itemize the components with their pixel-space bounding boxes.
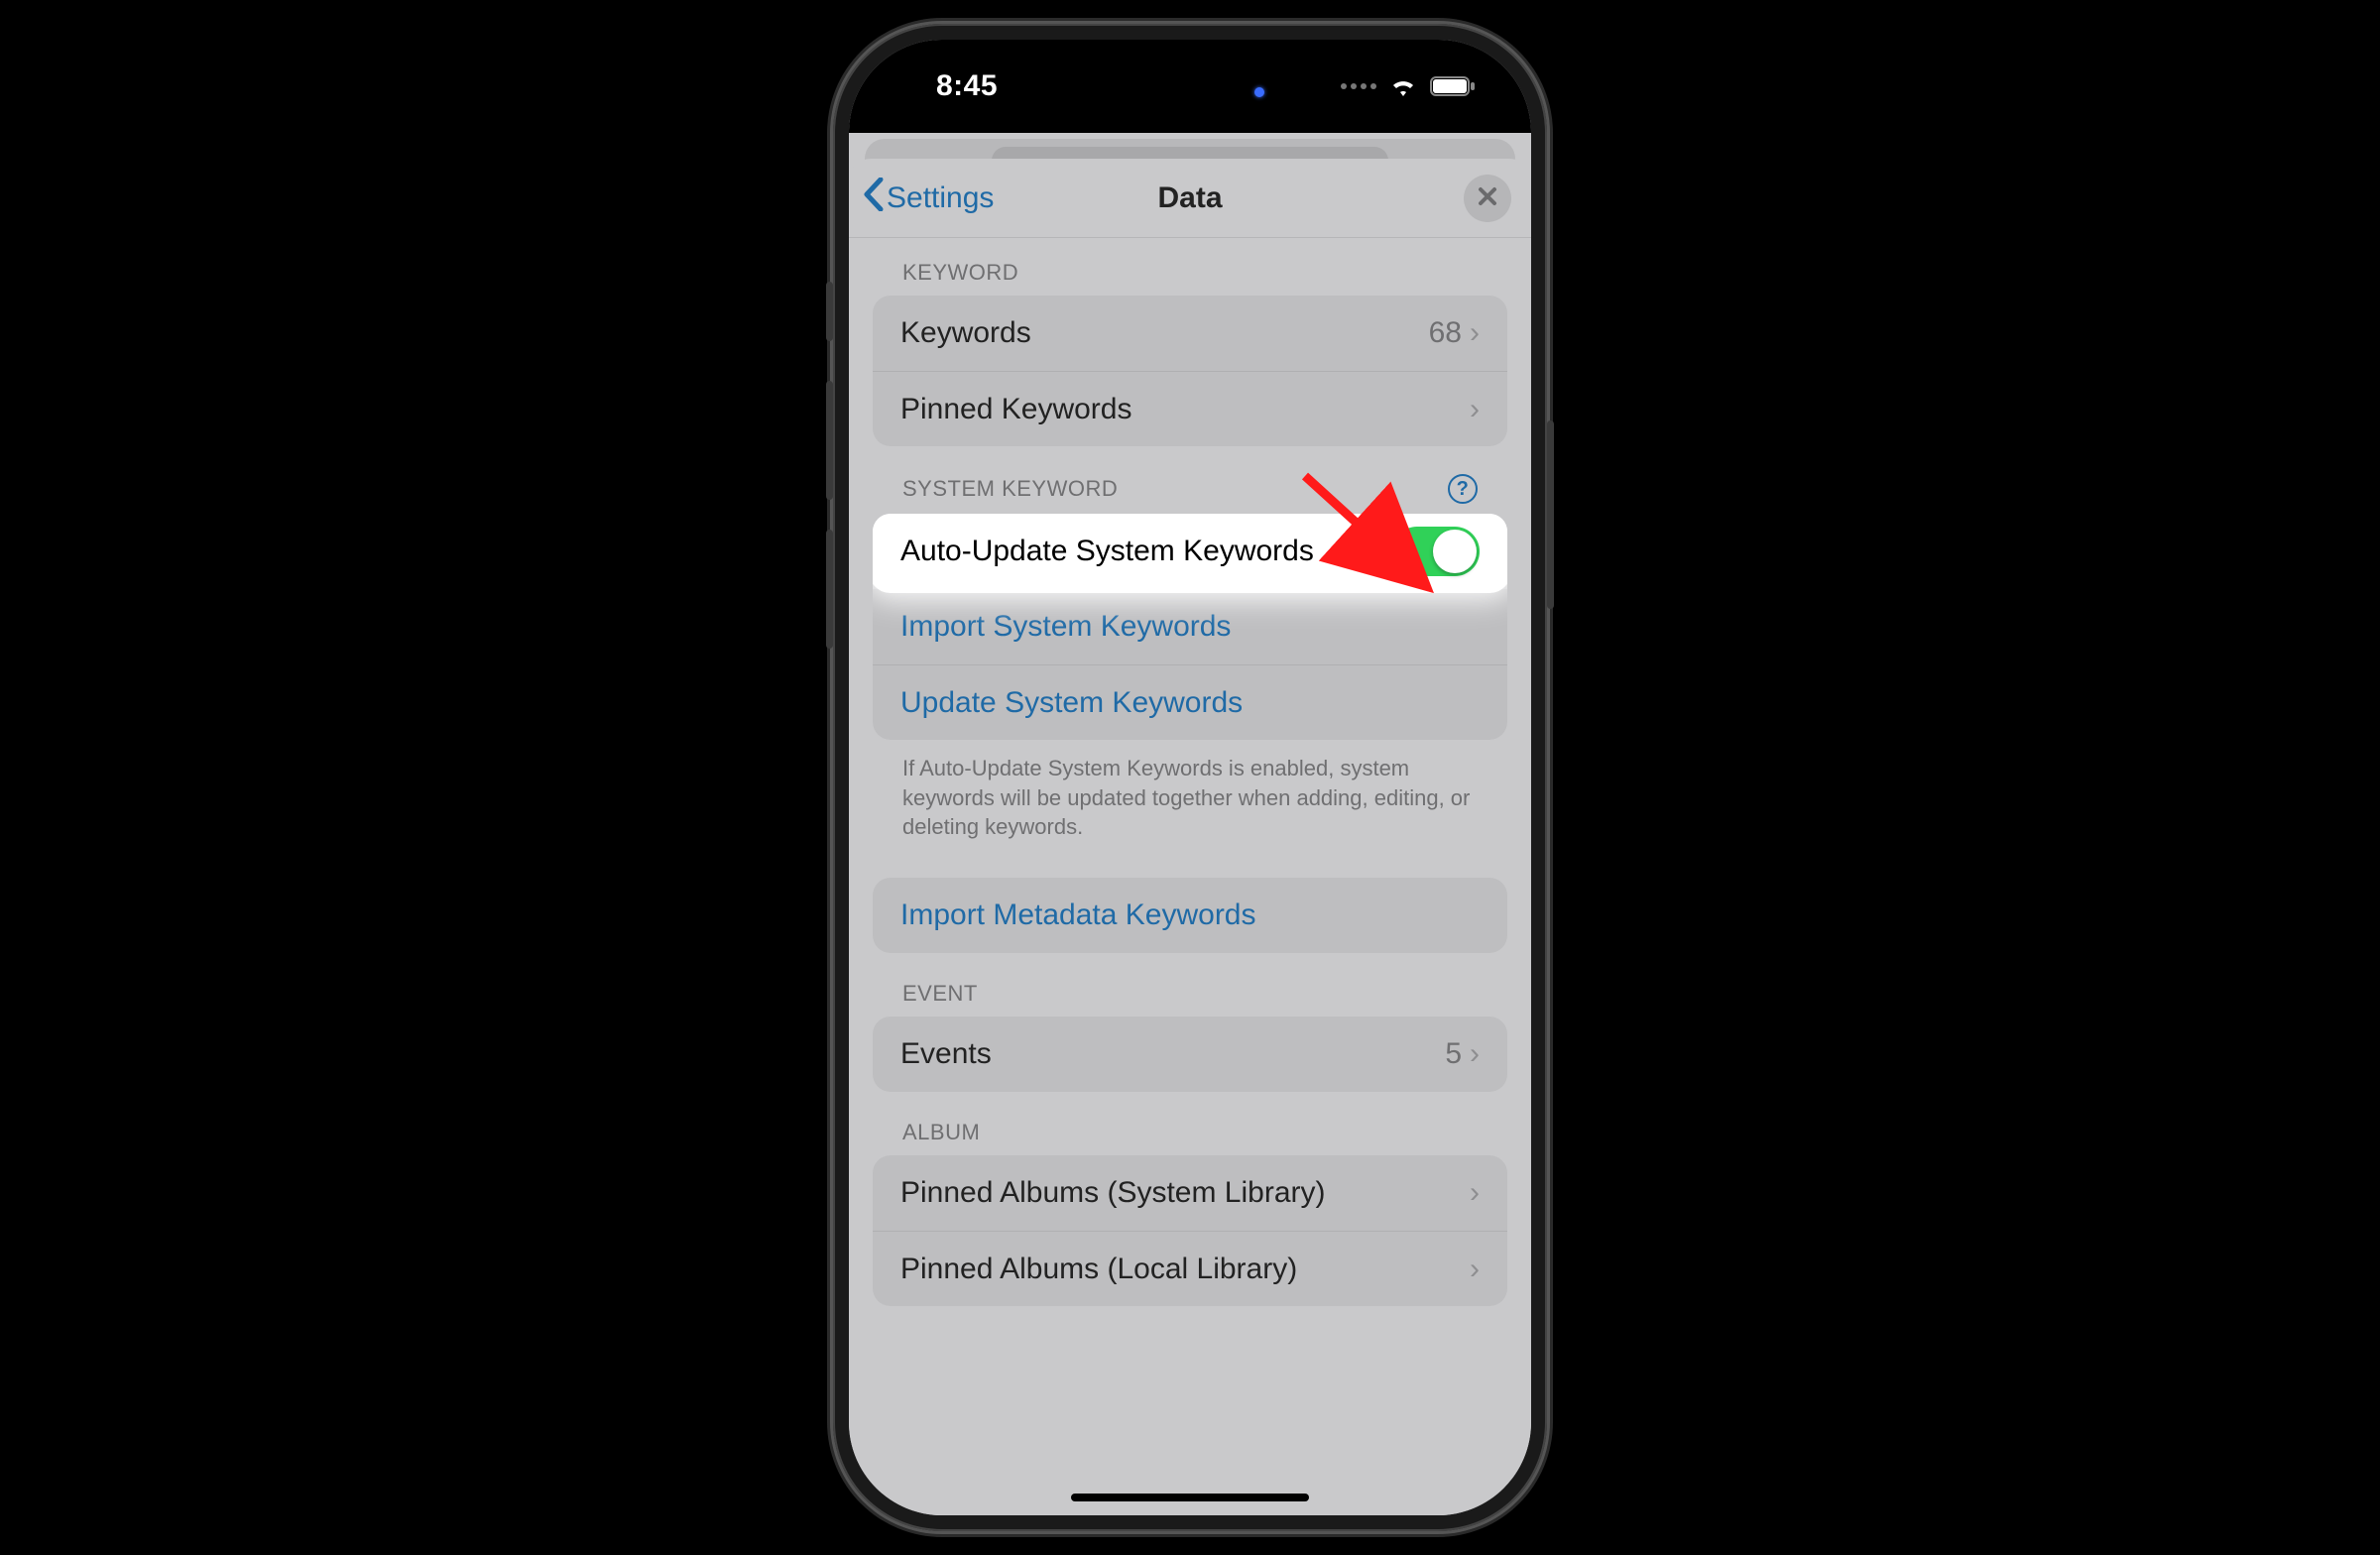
section-header-keyword: KEYWORD (873, 238, 1507, 296)
settings-sheet: Settings Data KEYWORD Keywords 68 (849, 159, 1531, 1515)
row-label: Keywords (900, 316, 1429, 350)
row-label: Events (900, 1037, 1445, 1071)
dynamic-island (1076, 65, 1304, 119)
back-label: Settings (887, 181, 994, 215)
row-label: Pinned Keywords (900, 393, 1470, 426)
close-button[interactable] (1464, 175, 1511, 222)
back-button[interactable]: Settings (863, 159, 994, 237)
group-event: Events 5 › (873, 1017, 1507, 1092)
chevron-right-icon: › (1470, 1037, 1480, 1071)
row-auto-update-system-keywords[interactable]: Auto-Update System Keywords (873, 514, 1507, 589)
phone-volume-up (826, 381, 833, 500)
row-pinned-albums-local[interactable]: Pinned Albums (Local Library) › (873, 1231, 1507, 1306)
system-keyword-footer: If Auto-Update System Keywords is enable… (873, 740, 1507, 846)
row-value: 5 (1445, 1037, 1462, 1071)
row-keywords[interactable]: Keywords 68 › (873, 296, 1507, 371)
row-label: Import System Keywords (900, 610, 1480, 644)
row-label: Pinned Albums (System Library) (900, 1176, 1470, 1210)
page-title: Data (1157, 181, 1222, 215)
help-icon[interactable]: ? (1448, 474, 1478, 504)
row-events[interactable]: Events 5 › (873, 1017, 1507, 1092)
row-label: Auto-Update System Keywords (900, 535, 1392, 568)
chevron-right-icon: › (1470, 1253, 1480, 1286)
row-value: 68 (1429, 316, 1462, 350)
section-header-event: EVENT (873, 953, 1507, 1017)
chevron-left-icon (863, 178, 885, 219)
row-label: Pinned Albums (Local Library) (900, 1253, 1470, 1286)
phone-volume-down (826, 530, 833, 649)
wifi-icon (1388, 75, 1418, 97)
row-label: Update System Keywords (900, 686, 1480, 720)
row-label: Import Metadata Keywords (900, 898, 1480, 932)
auto-update-toggle[interactable] (1392, 527, 1480, 576)
home-indicator[interactable] (1071, 1494, 1309, 1501)
group-keyword: Keywords 68 › Pinned Keywords › (873, 296, 1507, 446)
group-album: Pinned Albums (System Library) › Pinned … (873, 1155, 1507, 1306)
group-metadata: Import Metadata Keywords (873, 878, 1507, 953)
toggle-knob (1433, 530, 1477, 573)
section-header-album: ALBUM (873, 1092, 1507, 1155)
nav-bar: Settings Data (849, 159, 1531, 238)
battery-icon (1430, 75, 1476, 97)
row-pinned-keywords[interactable]: Pinned Keywords › (873, 371, 1507, 446)
row-update-system-keywords[interactable]: Update System Keywords (873, 664, 1507, 740)
phone-power-button (1547, 420, 1554, 609)
group-system-keyword: Auto-Update System Keywords Import Syste… (873, 514, 1507, 740)
screen: 8:45 (849, 40, 1531, 1515)
section-header-system-keyword: SYSTEM KEYWORD ? (873, 446, 1507, 514)
row-import-metadata-keywords[interactable]: Import Metadata Keywords (873, 878, 1507, 953)
chevron-right-icon: › (1470, 316, 1480, 350)
phone-frame: 8:45 (833, 24, 1547, 1531)
chevron-right-icon: › (1470, 393, 1480, 426)
status-time: 8:45 (936, 69, 998, 103)
row-import-system-keywords[interactable]: Import System Keywords (873, 589, 1507, 664)
phone-side-button (826, 282, 833, 341)
row-pinned-albums-system[interactable]: Pinned Albums (System Library) › (873, 1155, 1507, 1231)
cellular-icon (1341, 83, 1376, 89)
chevron-right-icon: › (1470, 1176, 1480, 1210)
close-icon (1478, 182, 1497, 213)
content-scroll[interactable]: KEYWORD Keywords 68 › Pinned Keywords › (849, 238, 1531, 1515)
